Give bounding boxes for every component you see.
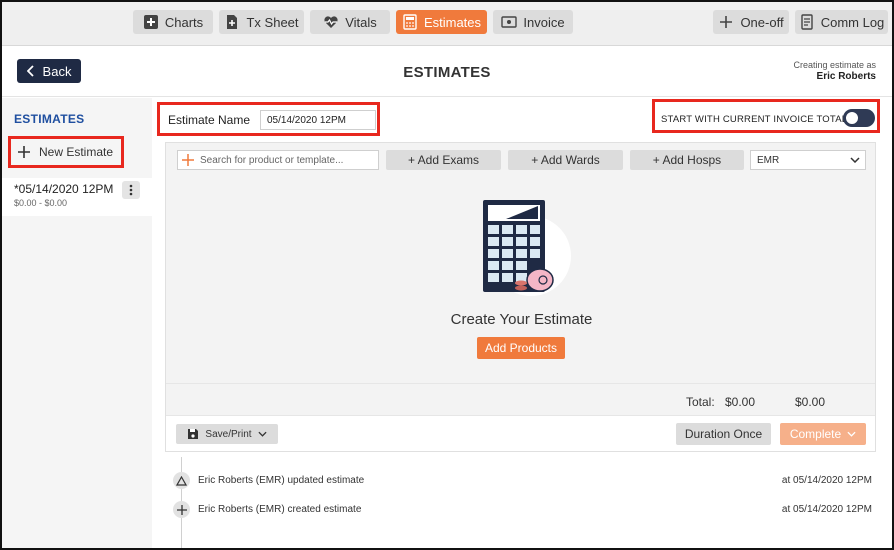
back-button[interactable]: Back: [17, 59, 81, 83]
duration-once-button[interactable]: Duration Once: [676, 423, 771, 445]
invoice-total-toggle-label: START WITH CURRENT INVOICE TOTAL: [661, 114, 848, 125]
add-exams-button[interactable]: + Add Exams: [386, 150, 501, 170]
estimate-name-input[interactable]: [260, 110, 376, 130]
calculator-piggy-bank-illustration: [483, 200, 571, 296]
nav-estimates-button[interactable]: Estimates: [396, 10, 487, 34]
nav-estimates-label: Estimates: [423, 14, 482, 30]
plus-icon: [182, 154, 194, 166]
creating-as-user: Eric Roberts: [816, 71, 876, 82]
complete-label: Complete: [789, 427, 842, 441]
activity-item-icon: [173, 501, 190, 518]
save-print-button[interactable]: Save/Print: [176, 424, 278, 444]
empty-state-title: Create Your Estimate: [450, 311, 593, 328]
new-estimate-label: New Estimate: [39, 145, 114, 159]
nav-invoice-button[interactable]: Invoice: [493, 10, 573, 34]
document-icon: [801, 14, 813, 30]
nav-one-off-label: One-off: [740, 14, 784, 30]
add-wards-button[interactable]: + Add Wards: [508, 150, 623, 170]
chevron-down-icon: [257, 431, 267, 437]
product-search[interactable]: Search for product or template...: [177, 150, 379, 170]
emr-select[interactable]: EMR: [750, 150, 866, 170]
top-nav: Charts Tx Sheet Vitals Estimates Invoice…: [2, 2, 892, 46]
chevron-down-icon: [850, 157, 860, 163]
activity-item-time: at 05/14/2020 12PM: [781, 504, 872, 515]
more-options-button[interactable]: [122, 181, 140, 199]
estimate-name-group: Estimate Name: [157, 102, 380, 136]
activity-item-text: Eric Roberts (EMR) created estimate: [198, 504, 362, 515]
nav-comm-log-label: Comm Log: [820, 14, 885, 30]
nav-vitals-button[interactable]: Vitals: [310, 10, 390, 34]
plus-icon: [18, 146, 30, 158]
nav-tx-sheet-button[interactable]: Tx Sheet: [219, 10, 304, 34]
estimate-panel: Search for product or template... + Add …: [165, 142, 876, 452]
creating-as-label: Creating estimate as: [793, 60, 876, 70]
nav-tx-sheet-label: Tx Sheet: [246, 14, 299, 30]
estimates-sidebar: ESTIMATES New Estimate *05/14/2020 12PM …: [2, 98, 152, 548]
calculator-icon: [403, 14, 417, 30]
chevron-down-icon: [847, 431, 856, 437]
nav-vitals-label: Vitals: [345, 14, 377, 30]
sidebar-title: ESTIMATES: [14, 112, 85, 126]
back-button-label: Back: [42, 63, 72, 79]
nav-comm-log-button[interactable]: Comm Log: [795, 10, 888, 34]
activity-item-text: Eric Roberts (EMR) updated estimate: [198, 475, 365, 486]
activity-item-time: at 05/14/2020 12PM: [781, 475, 872, 486]
estimate-name-label: Estimate Name: [168, 113, 251, 127]
invoice-total-toggle-group: START WITH CURRENT INVOICE TOTAL: [652, 99, 880, 133]
app-window: Charts Tx Sheet Vitals Estimates Invoice…: [0, 0, 894, 550]
totals-row: Total: $0.00 $0.00: [166, 383, 875, 415]
search-placeholder: Search for product or template...: [200, 154, 344, 166]
complete-button[interactable]: Complete: [780, 423, 866, 445]
panel-footer: Save/Print Duration Once Complete: [166, 415, 875, 451]
nav-invoice-label: Invoice: [523, 14, 565, 30]
estimate-item-name: *05/14/2020 12PM: [14, 182, 114, 196]
save-print-label: Save/Print: [205, 428, 252, 440]
page-header: ESTIMATES Back Creating estimate as Eric…: [2, 47, 892, 97]
chevron-left-icon: [26, 65, 34, 77]
add-products-button[interactable]: Add Products: [477, 337, 565, 359]
emr-select-value: EMR: [757, 154, 780, 166]
sidebar-item-estimate[interactable]: *05/14/2020 12PM $0.00 - $0.00: [2, 178, 152, 216]
add-hosps-button[interactable]: + Add Hosps: [630, 150, 744, 170]
invoice-icon: [501, 16, 518, 28]
nav-one-off-button[interactable]: One-off: [713, 10, 789, 34]
triangle-icon: [176, 475, 187, 486]
creating-as: Creating estimate as Eric Roberts: [793, 60, 876, 82]
activity-item-icon: [173, 472, 190, 489]
estimate-item-range: $0.00 - $0.00: [14, 198, 68, 208]
plus-icon: [176, 504, 187, 515]
invoice-total-toggle[interactable]: [843, 109, 875, 127]
total-low-value: $0.00: [725, 395, 756, 409]
tx-sheet-icon: [227, 15, 238, 29]
heart-pulse-icon: [324, 16, 338, 28]
plus-icon: [720, 16, 733, 28]
chart-plus-icon: [143, 15, 158, 29]
new-estimate-button[interactable]: New Estimate: [8, 136, 124, 168]
toggle-knob: [844, 110, 860, 126]
total-high-value: $0.00: [795, 395, 826, 409]
nav-charts-label: Charts: [164, 14, 204, 30]
total-label: Total:: [686, 395, 715, 409]
nav-charts-button[interactable]: Charts: [133, 10, 213, 34]
kebab-menu-icon: [129, 184, 133, 196]
save-icon: [188, 429, 199, 439]
page-title: ESTIMATES: [403, 64, 491, 81]
